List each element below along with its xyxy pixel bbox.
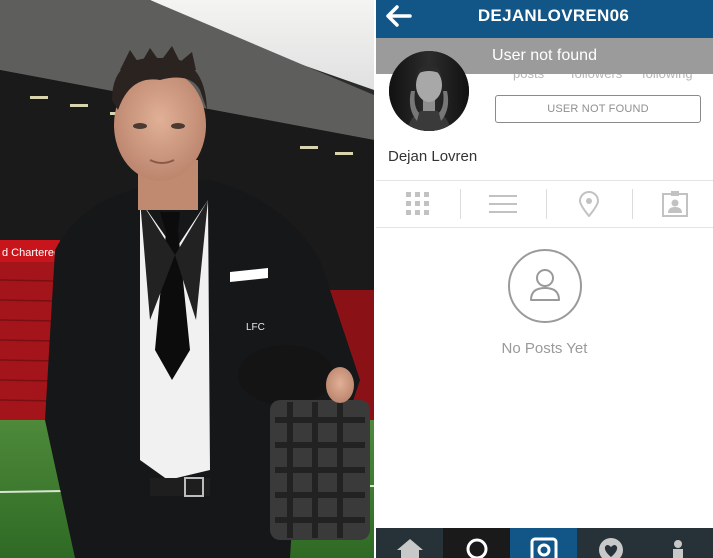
nav-camera[interactable] bbox=[510, 528, 577, 558]
nav-home[interactable] bbox=[376, 528, 443, 558]
user-not-found-button[interactable]: USER NOT FOUND bbox=[495, 95, 701, 123]
nav-search[interactable] bbox=[443, 528, 510, 558]
profile-full-name: Dejan Lovren bbox=[388, 148, 478, 165]
tab-tagged[interactable] bbox=[633, 181, 713, 227]
tab-grid[interactable] bbox=[376, 181, 460, 227]
svg-text:LFC: LFC bbox=[246, 322, 265, 333]
tab-map[interactable] bbox=[547, 181, 631, 227]
tab-list[interactable] bbox=[461, 181, 545, 227]
nav-activity[interactable] bbox=[577, 528, 644, 558]
profile-view-tabs bbox=[376, 181, 713, 227]
profile-photo-image: d Chartered LFC bbox=[0, 0, 374, 558]
profile-username: DEJANLOVREN06 bbox=[477, 6, 630, 25]
bottom-nav-bar bbox=[376, 528, 713, 558]
top-bar: DEJANLOVREN06 bbox=[376, 0, 713, 38]
divider-line bbox=[376, 227, 713, 228]
nav-profile[interactable] bbox=[644, 528, 711, 558]
no-posts-text: No Posts Yet bbox=[501, 340, 588, 357]
avatar[interactable] bbox=[389, 51, 469, 131]
svg-text:d Chartered: d Chartered bbox=[2, 247, 60, 259]
instagram-profile-screen: DEJANLOVREN06 posts followers following … bbox=[376, 0, 713, 558]
empty-state-circle bbox=[508, 249, 582, 323]
